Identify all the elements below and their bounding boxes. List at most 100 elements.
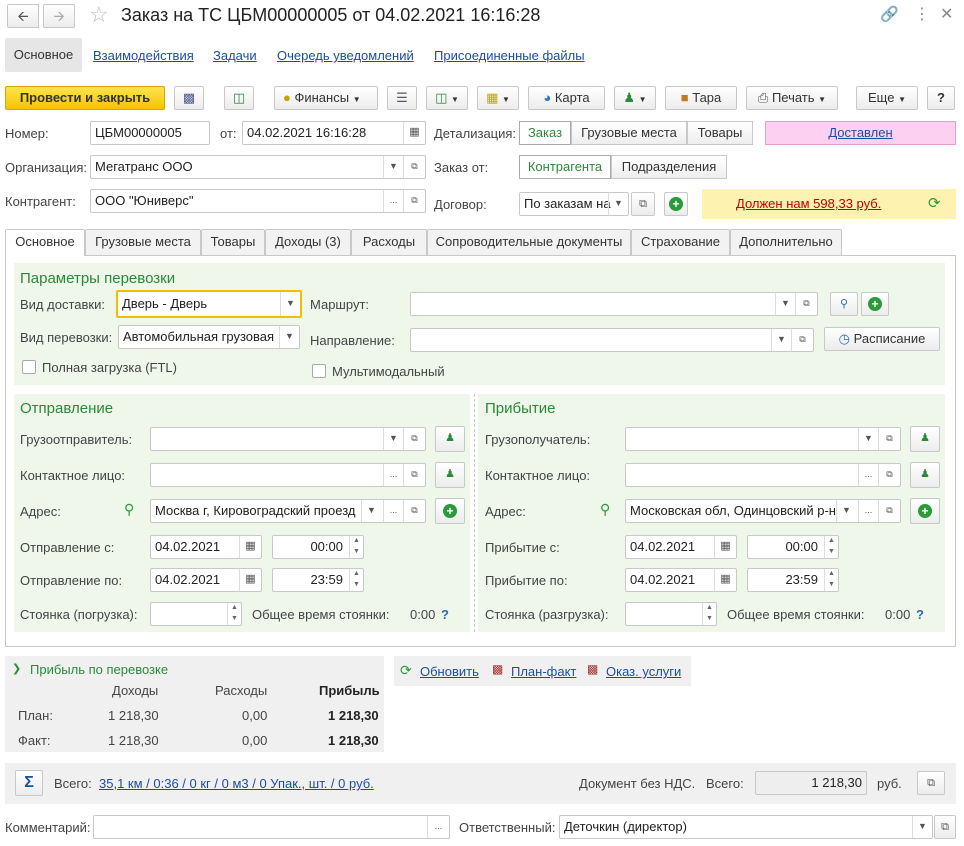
arr-to-time[interactable]: 23:59 ▲ ▼ [747, 568, 839, 592]
dep-to-date[interactable]: 04.02.2021 ▦ [150, 568, 262, 592]
arr-address-add-button[interactable]: + [910, 498, 940, 524]
dep-from-time[interactable]: 00:00 ▲ ▼ [272, 535, 364, 559]
chevron-down-icon[interactable]: ▼ [279, 326, 299, 348]
finance-button[interactable]: ● Финансы ▼ [274, 86, 378, 110]
responsible-open-button[interactable]: ⧉ [934, 815, 956, 839]
ftl-checkbox[interactable] [22, 360, 36, 374]
more-button[interactable]: Еще ▼ [856, 86, 918, 110]
tab-documents[interactable]: Сопроводительные документы [427, 229, 631, 255]
tab-goods[interactable]: Товары [201, 229, 265, 255]
nav-tab-main[interactable]: Основное [5, 38, 82, 72]
delivery-field[interactable]: Дверь - Дверь ▼ [116, 290, 302, 318]
chevron-down-icon[interactable]: ▼ [280, 292, 300, 316]
calendar-icon[interactable]: ▦ [714, 569, 736, 591]
nav-tab-interactions[interactable]: Взаимодействия [93, 48, 194, 63]
arr-from-date[interactable]: 04.02.2021 ▦ [625, 535, 737, 559]
multimodal-checkbox[interactable] [312, 364, 326, 378]
chevron-down-icon[interactable]: ▼ [383, 428, 403, 450]
tab-insurance[interactable]: Страхование [631, 229, 730, 255]
dep-address-add-button[interactable]: + [435, 498, 465, 524]
spinner-icon[interactable]: ▲ ▼ [702, 603, 716, 625]
report-button[interactable]: ▦ ▼ [477, 86, 519, 110]
dep-contact-pick-button[interactable]: ♟ [435, 462, 465, 488]
open-icon[interactable]: ⧉ [403, 428, 425, 450]
refresh-link[interactable]: Обновить [420, 664, 479, 679]
spinner-icon[interactable]: ▲ ▼ [824, 569, 838, 591]
chevron-down-icon[interactable]: ▼ [912, 816, 932, 838]
open-icon[interactable]: ⧉ [403, 464, 425, 486]
schedule-button[interactable]: ◷ Расписание [824, 327, 940, 351]
chevron-down-icon[interactable]: ▼ [608, 193, 628, 215]
spinner-icon[interactable]: ▲ ▼ [227, 603, 241, 625]
sum-button[interactable]: Σ [15, 770, 43, 796]
users-button[interactable]: ♟ ▼ [614, 86, 656, 110]
arr-address-field[interactable]: Московская обл, Одинцовский р-н ▼... ⧉ [625, 499, 901, 523]
tab-expenses[interactable]: Расходы [351, 229, 427, 255]
route-field[interactable]: ▼ ⧉ [410, 292, 818, 316]
link-icon[interactable]: 🔗 [880, 5, 899, 23]
help-button[interactable]: ? [927, 86, 955, 110]
spinner-icon[interactable]: ▲ ▼ [349, 536, 363, 558]
nav-tab-files[interactable]: Присоединенные файлы [434, 48, 585, 63]
order-from-contractor[interactable]: Контрагента [519, 155, 611, 179]
post-close-button[interactable]: Провести и закрыть [5, 86, 165, 110]
refresh-icon[interactable]: ⟳ [928, 189, 941, 219]
open-icon[interactable]: ⧉ [878, 428, 900, 450]
contractor-field[interactable]: ООО "Юниверс"... ⧉ [90, 189, 426, 213]
calendar-icon[interactable]: ▦ [403, 122, 425, 144]
transport-field[interactable]: Автомобильная грузовая ▼ [118, 325, 300, 349]
arr-stay-field[interactable]: ▲ ▼ [625, 602, 717, 626]
consignee-field[interactable]: ▼ ⧉ [625, 427, 901, 451]
tab-main[interactable]: Основное [5, 229, 85, 256]
save-button[interactable]: ▩ [174, 86, 204, 110]
arr-to-date[interactable]: 04.02.2021 ▦ [625, 568, 737, 592]
services-link[interactable]: Оказ. услуги [606, 664, 681, 679]
debt-link[interactable]: Должен нам 598,33 руб. [736, 189, 881, 219]
consignee-pick-button[interactable]: ♟ [910, 426, 940, 452]
dep-help-icon[interactable]: ? [441, 607, 449, 622]
print-button[interactable]: ⎙ Печать ▼ [746, 86, 838, 110]
calendar-icon[interactable]: ▦ [714, 536, 736, 558]
arr-help-icon[interactable]: ? [916, 607, 924, 622]
post-button[interactable]: ◫ [224, 86, 254, 110]
select-dots-icon[interactable]: ... [427, 816, 449, 838]
responsible-field[interactable]: Деточкин (директор) ▼ [559, 815, 933, 839]
route-add-button[interactable]: + [861, 292, 889, 316]
shipper-field[interactable]: ▼ ⧉ [150, 427, 426, 451]
contract-open-button[interactable]: ⧉ [631, 192, 655, 216]
arr-contact-pick-button[interactable]: ♟ [910, 462, 940, 488]
footer-open-button[interactable]: ⧉ [917, 771, 945, 795]
open-icon[interactable]: ⧉ [403, 156, 425, 178]
order-from-division[interactable]: Подразделения [611, 155, 727, 179]
detail-option-order[interactable]: Заказ [519, 121, 571, 145]
forward-button[interactable]: 🡪 [43, 4, 75, 28]
list-button[interactable]: ☰ [387, 86, 417, 110]
org-field[interactable]: Мегатранс ООО ▼ ⧉ [90, 155, 426, 179]
back-button[interactable]: 🡨 [7, 4, 39, 28]
status-badge[interactable]: Доставлен [765, 121, 956, 145]
calendar-icon[interactable]: ▦ [239, 569, 261, 591]
dep-to-time[interactable]: 23:59 ▲ ▼ [272, 568, 364, 592]
direction-field[interactable]: ▼ ⧉ [410, 328, 814, 352]
open-icon[interactable]: ⧉ [791, 329, 813, 351]
number-field[interactable]: ЦБМ00000005 [90, 121, 210, 145]
arr-contact-field[interactable]: ... ⧉ [625, 463, 901, 487]
open-icon[interactable]: ⧉ [403, 190, 425, 212]
select-dots-icon[interactable]: ... [383, 500, 403, 522]
select-dots-icon[interactable]: ... [383, 464, 403, 486]
contract-add-button[interactable]: + [664, 192, 688, 216]
tab-income[interactable]: Доходы (3) [265, 229, 351, 255]
map-button[interactable]: ◕ Карта [528, 86, 605, 110]
dep-contact-field[interactable]: ... ⧉ [150, 463, 426, 487]
contract-field[interactable]: По заказам на ▼ [519, 192, 629, 216]
chevron-down-icon[interactable]: ▼ [775, 293, 795, 315]
comment-field[interactable]: ... [93, 815, 450, 839]
route-search-button[interactable]: ⚲ [830, 292, 858, 316]
chevron-down-icon[interactable]: ▼ [836, 500, 856, 522]
chevron-down-icon[interactable]: ▼ [771, 329, 791, 351]
create-based-button[interactable]: ◫ ▼ [426, 86, 468, 110]
tab-additional[interactable]: Дополнительно [730, 229, 842, 255]
planfact-link[interactable]: План-факт [511, 664, 576, 679]
detail-option-cargo[interactable]: Грузовые места [571, 121, 687, 145]
chevron-down-icon[interactable]: ▼ [383, 156, 403, 178]
